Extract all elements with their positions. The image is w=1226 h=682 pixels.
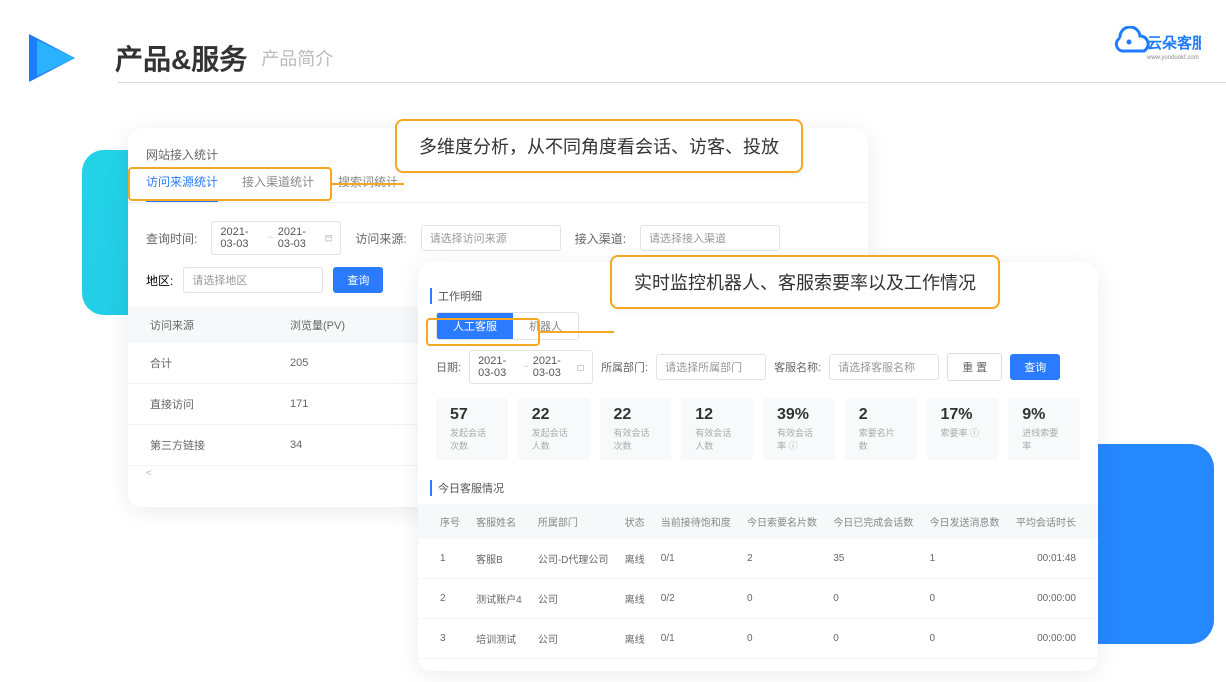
header: 产品&服务 产品简介 云朵客服 www.yunduokf.com — [25, 28, 1201, 88]
stat-value: 12 — [695, 406, 739, 424]
search-button[interactable]: 查询 — [333, 267, 383, 293]
stat-label: 索要名片数 — [859, 426, 903, 452]
svg-text:云朵客服: 云朵客服 — [1147, 34, 1201, 52]
calendar-icon — [325, 233, 333, 243]
highlight-frame-1 — [128, 167, 332, 201]
stat-card: 2 索要名片数 — [845, 398, 917, 460]
col-source: 访问来源 — [128, 307, 276, 343]
tab-search-term[interactable]: 搜索词统计 — [338, 173, 398, 202]
stat-label: 发起会话人数 — [532, 426, 576, 452]
stats-row: 57 发起会话次数 22 发起会话人数 22 有效会话次数 12 有效会话人数 39% 有效会话率… — [418, 394, 1098, 472]
page-title: 产品&服务 — [115, 38, 247, 78]
col-header: 当前接待饱和度 — [653, 504, 739, 539]
callout-analysis: 多维度分析，从不同角度看会话、访客、投放 — [395, 119, 803, 173]
page-subtitle: 产品简介 — [261, 45, 333, 71]
highlight-connector-2 — [540, 331, 614, 333]
reset-button[interactable]: 重 置 — [947, 353, 1002, 381]
logo: 云朵客服 www.yunduokf.com — [1105, 26, 1201, 68]
agent-table: 序号客服姓名所属部门状态当前接待饱和度今日索要名片数今日已完成会话数今日发送消息… — [418, 504, 1098, 659]
col-header: 今日发送消息数 — [921, 504, 1007, 539]
source-label: 访问来源: — [355, 230, 406, 247]
col-header: 状态 — [617, 504, 653, 539]
stat-value: 17% — [941, 406, 985, 424]
stat-value: 22 — [532, 406, 576, 424]
stat-card: 22 发起会话人数 — [518, 398, 590, 460]
stat-card: 9% 进线索要率 — [1008, 398, 1080, 460]
stat-label: 有效会话人数 — [695, 426, 739, 452]
date-range-input[interactable]: 2021-03-03 ~ 2021-03-03 — [211, 221, 341, 255]
play-icon — [25, 28, 85, 88]
query-time-label: 查询时间: — [146, 230, 197, 247]
col-header: 平均会话时长 — [1008, 504, 1098, 539]
source-select[interactable]: 请选择访问来源 — [421, 225, 561, 251]
stat-card: 17% 索要率 ⓘ — [927, 398, 999, 460]
stat-label: 进线索要率 — [1022, 426, 1066, 452]
channel-label: 接入渠道: — [575, 230, 626, 247]
stat-label: 发起会话次数 — [450, 426, 494, 452]
stat-label: 索要率 ⓘ — [941, 426, 985, 439]
table-row: 3培训测试公司离线0/100000:00:00 — [418, 619, 1098, 659]
stat-value: 39% — [777, 406, 821, 424]
stat-card: 12 有效会话人数 — [681, 398, 753, 460]
region-select[interactable]: 请选择地区 — [183, 267, 323, 293]
stat-label: 有效会话率 ⓘ — [777, 426, 821, 452]
col-header: 序号 — [418, 504, 468, 539]
stat-card: 39% 有效会话率 ⓘ — [763, 398, 835, 460]
stat-value: 2 — [859, 406, 903, 424]
section-today-agents: 今日客服情况 — [430, 480, 1098, 496]
stat-value: 9% — [1022, 406, 1066, 424]
stat-card: 57 发起会话次数 — [436, 398, 508, 460]
dept-select[interactable]: 请选择所属部门 — [656, 354, 766, 380]
highlight-connector-1 — [332, 183, 404, 185]
col-pv: 浏览量(PV) — [276, 307, 424, 343]
agent-name-label: 客服名称: — [774, 359, 821, 375]
search-button-2[interactable]: 查询 — [1010, 354, 1060, 380]
region-label: 地区: — [146, 272, 173, 289]
col-header: 所属部门 — [530, 504, 617, 539]
dept-label: 所属部门: — [601, 359, 648, 375]
stat-label: 有效会话次数 — [614, 426, 658, 452]
stat-card: 22 有效会话次数 — [600, 398, 672, 460]
table-row: 2测试账户4公司离线0/200000:00:00 — [418, 579, 1098, 619]
svg-text:www.yunduokf.com: www.yunduokf.com — [1146, 55, 1199, 61]
date-range-input-2[interactable]: 2021-03-03~2021-03-03 — [469, 350, 593, 384]
stat-value: 22 — [614, 406, 658, 424]
agent-name-select[interactable]: 请选择客服名称 — [829, 354, 939, 380]
channel-select[interactable]: 请选择接入渠道 — [640, 225, 780, 251]
col-header: 今日已完成会话数 — [825, 504, 921, 539]
calendar-icon — [577, 362, 584, 372]
table-row: 1客服B公司-D代理公司离线0/1235100:01:48 — [418, 539, 1098, 579]
stat-value: 57 — [450, 406, 494, 424]
date-label: 日期: — [436, 359, 461, 375]
header-divider — [118, 82, 1226, 83]
highlight-frame-2 — [426, 318, 540, 346]
callout-monitor: 实时监控机器人、客服索要率以及工作情况 — [610, 255, 1000, 309]
col-header: 客服姓名 — [468, 504, 530, 539]
col-header: 今日索要名片数 — [739, 504, 825, 539]
